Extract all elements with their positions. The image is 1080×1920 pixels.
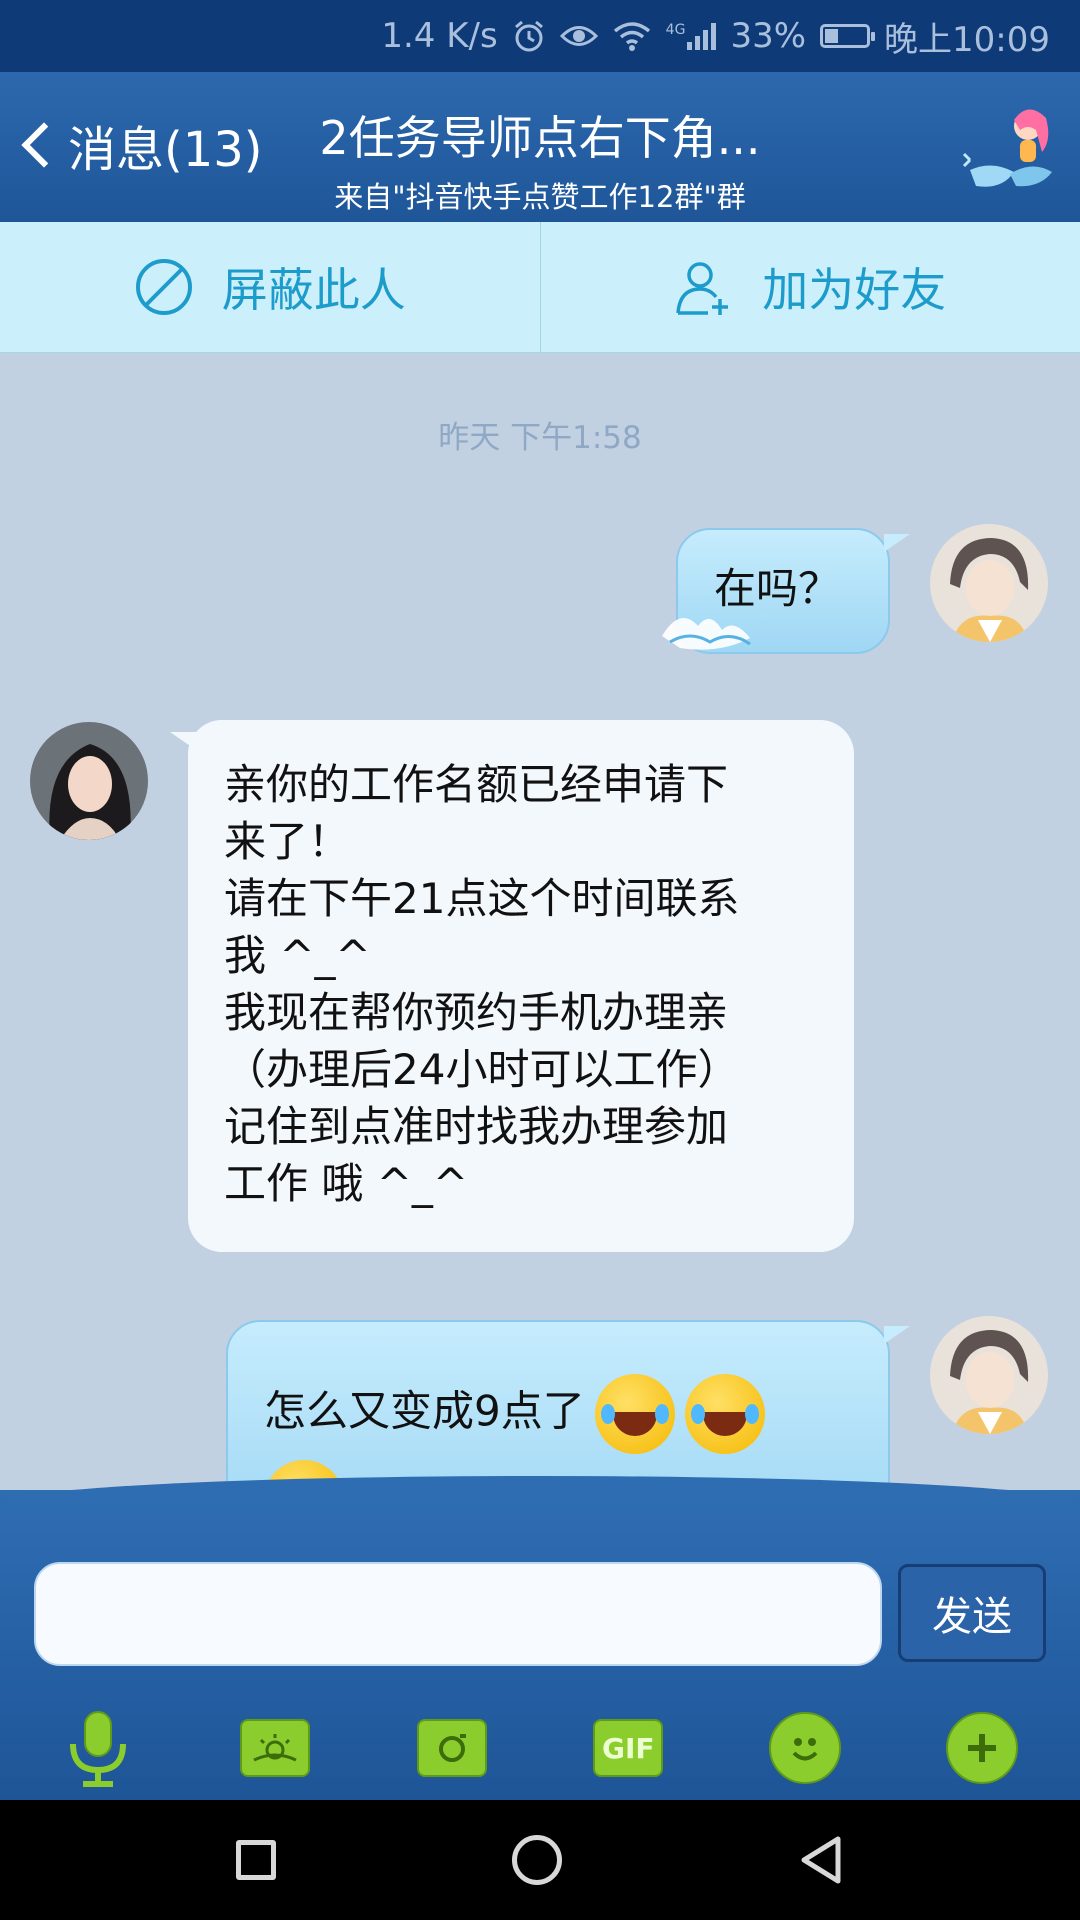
battery-percent: 33% bbox=[730, 16, 807, 56]
my-avatar[interactable] bbox=[930, 524, 1048, 642]
back-nav-icon[interactable] bbox=[798, 1835, 844, 1885]
status-bar: 1.4 K/s 4G 33% 晚上10:09 bbox=[0, 0, 1080, 72]
send-button[interactable]: 发送 bbox=[898, 1564, 1046, 1662]
image-icon[interactable] bbox=[235, 1708, 315, 1788]
avatar-image bbox=[930, 524, 1048, 642]
laughing-tears-emoji bbox=[594, 1374, 675, 1454]
network-speed: 1.4 K/s bbox=[381, 16, 498, 56]
message-line: 来了！ bbox=[224, 817, 351, 866]
smile-glyph bbox=[768, 1712, 841, 1784]
message-bubble-incoming[interactable]: 亲你的工作名额已经申请下 来了！ 请在下午21点这个时间联系 我 ^_^ 我现在… bbox=[188, 720, 854, 1252]
camera-glyph bbox=[416, 1719, 487, 1777]
chat-title-block: 2任务导师点右下角... 来自"抖音快手点赞工作12群"群 bbox=[260, 102, 820, 216]
plus-glyph bbox=[945, 1712, 1018, 1784]
add-friend-button[interactable]: 加为好友 bbox=[539, 222, 1080, 352]
action-bar: 屏蔽此人 加为好友 bbox=[0, 222, 1080, 353]
message-line: 我 ^_^ bbox=[224, 931, 371, 980]
message-line: 请在下午21点这个时间联系 bbox=[224, 874, 740, 923]
page-subtitle: 来自"抖音快手点赞工作12群"群 bbox=[334, 180, 746, 214]
avatar-image bbox=[930, 1316, 1048, 1434]
title-bar: 消息(13) 2任务导师点右下角... 来自"抖音快手点赞工作12群"群 bbox=[0, 72, 1080, 222]
home-icon[interactable] bbox=[512, 1835, 562, 1885]
gif-icon[interactable]: GIF bbox=[588, 1708, 668, 1788]
my-avatar[interactable] bbox=[930, 1316, 1048, 1434]
add-friend-label: 加为好友 bbox=[762, 263, 947, 317]
bubble-tail bbox=[884, 534, 910, 552]
clock: 晚上10:09 bbox=[884, 19, 1050, 60]
battery-icon bbox=[820, 24, 876, 48]
plus-icon[interactable] bbox=[942, 1708, 1022, 1788]
signal-icon: 4G bbox=[666, 22, 717, 50]
back-label: 消息(13) bbox=[68, 122, 263, 178]
block-icon bbox=[135, 259, 192, 315]
laughing-tears-emoji bbox=[684, 1374, 765, 1454]
eye-icon bbox=[559, 26, 598, 46]
wave-decoration-icon bbox=[662, 618, 751, 650]
gif-glyph: GIF bbox=[593, 1719, 664, 1777]
network-type: 4G bbox=[665, 22, 686, 38]
page-title: 2任务导师点右下角... bbox=[319, 111, 761, 165]
block-user-label: 屏蔽此人 bbox=[221, 263, 406, 317]
avatar-image bbox=[30, 722, 148, 840]
system-nav-bar bbox=[0, 1800, 1080, 1920]
input-toolbar: GIF bbox=[0, 1698, 1080, 1798]
microphone-icon[interactable] bbox=[58, 1708, 138, 1788]
message-line: 记住到点准时找我办理参加 bbox=[224, 1102, 729, 1151]
add-user-icon bbox=[676, 262, 729, 315]
message-line: 工作 哦 ^_^ bbox=[224, 1159, 469, 1208]
bubble-tail bbox=[884, 1326, 910, 1344]
image-glyph bbox=[239, 1719, 310, 1777]
contact-avatar[interactable] bbox=[30, 722, 148, 840]
camera-icon[interactable] bbox=[412, 1708, 492, 1788]
back-button[interactable]: 消息(13) bbox=[14, 110, 263, 180]
mermaid-icon[interactable] bbox=[962, 100, 1062, 200]
microphone-glyph bbox=[70, 1711, 127, 1787]
wifi-icon bbox=[613, 22, 650, 51]
message-input[interactable] bbox=[34, 1562, 882, 1666]
message-bubble-outgoing[interactable]: 怎么又变成9点了 bbox=[226, 1320, 890, 1490]
message-line: （办理后24小时可以工作） bbox=[224, 1045, 740, 1094]
message-timestamp: 昨天 下午1:58 bbox=[438, 420, 642, 456]
send-label: 发送 bbox=[932, 1594, 1012, 1640]
message-line: 亲你的工作名额已经申请下 bbox=[224, 760, 729, 809]
chevron-left-icon bbox=[21, 122, 67, 168]
emoji-icon[interactable] bbox=[765, 1708, 845, 1788]
input-panel: 发送 GIF bbox=[0, 1476, 1080, 1800]
message-line: 我现在帮你预约手机办理亲 bbox=[224, 988, 729, 1037]
block-user-button[interactable]: 屏蔽此人 bbox=[0, 222, 540, 352]
chat-area[interactable]: 昨天 下午1:58 在吗？ 亲你的工作名额已经申请下 来了！ 请在下午21点这个… bbox=[0, 352, 1080, 1490]
message-text: 怎么又变成9点了 bbox=[264, 1386, 585, 1436]
recent-apps-icon[interactable] bbox=[236, 1840, 276, 1880]
alarm-icon bbox=[514, 20, 543, 52]
